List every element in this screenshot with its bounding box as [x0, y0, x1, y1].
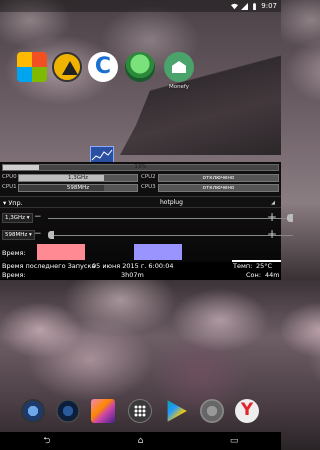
microsoft-store-icon	[17, 52, 47, 82]
navigation-bar: ⮌ ⌂ ▭	[0, 432, 281, 450]
tuneup-icon	[125, 52, 155, 82]
governor-row[interactable]: ▾ Упр. hotplug ◢	[0, 196, 281, 208]
uptime-row: Время: 3h07m Сон: 44m	[0, 271, 281, 280]
governor-value: hotplug	[160, 199, 183, 206]
max-frequency-row: 1,3GHz ▾ − +	[0, 210, 293, 226]
time-block-min	[134, 244, 182, 260]
cpu1-bar: 598MHz	[18, 184, 138, 192]
cpu2-value: отключено	[202, 175, 235, 181]
settings-gear-icon[interactable]	[200, 399, 224, 423]
recents-icon[interactable]: ▭	[227, 436, 241, 446]
cpu-row: CPU1 598MHz CPU3 отключено	[2, 184, 279, 192]
play-store-icon[interactable]	[167, 400, 187, 422]
app-monefy[interactable]: Monefy	[159, 52, 199, 90]
grid-icon	[134, 405, 146, 417]
min-frequency-minus-button[interactable]: −	[34, 229, 42, 239]
min-frequency-select[interactable]: 598MHz ▾	[2, 230, 35, 240]
cpu0-label: CPU0	[2, 174, 17, 180]
app-tuneup[interactable]	[120, 52, 160, 84]
last-start-label: Время последнего Запуска	[2, 262, 96, 270]
time-in-state-row: Время:	[0, 243, 281, 261]
status-bar: 9:07	[0, 0, 281, 12]
max-frequency-select[interactable]: 1,3GHz ▾	[2, 213, 33, 223]
wifi-icon	[231, 3, 239, 9]
cpu1-value: 598MHz	[66, 185, 90, 191]
time-block-max	[37, 244, 85, 260]
max-frequency-plus-button[interactable]: +	[267, 210, 277, 224]
uptime-label: Время:	[2, 271, 26, 279]
signal-icon	[241, 2, 249, 10]
max-frequency-track	[48, 218, 293, 219]
sleep-value: 44m	[265, 271, 280, 279]
ccleaner-icon	[88, 52, 118, 82]
manage-dropdown[interactable]: ▾ Упр.	[3, 199, 23, 207]
chart-icon	[91, 149, 113, 161]
home-app-row: Monefy	[0, 52, 281, 94]
back-icon[interactable]: ⮌	[40, 436, 54, 446]
max-frequency-minus-button[interactable]: −	[34, 212, 42, 222]
cpu3-value: отключено	[202, 185, 235, 191]
min-frequency-row: 598MHz ▾ − +	[0, 227, 293, 243]
uptime-value: 3h07m	[121, 271, 144, 279]
cpu2-label: CPU2	[141, 174, 156, 180]
home-icon[interactable]: ⌂	[133, 436, 147, 446]
chevron-down-icon: ▾	[3, 199, 7, 207]
speaker-app-icon[interactable]	[56, 399, 80, 423]
cpu-row: CPU0 1,3GHz CPU2 отключено	[2, 174, 279, 182]
total-load-bar: 13%	[2, 164, 279, 171]
app-drawer-icon[interactable]	[128, 399, 152, 423]
app-ccleaner[interactable]	[83, 52, 123, 84]
cpu1-label: CPU1	[2, 184, 17, 190]
cpu0-value: 1,3GHz	[67, 175, 89, 181]
monefy-icon	[164, 52, 194, 82]
app-aimp[interactable]	[47, 52, 87, 84]
battery-icon	[253, 2, 257, 10]
temperature-value: 25°C	[256, 262, 273, 270]
status-time: 9:07	[261, 2, 277, 10]
last-start-row: Время последнего Запуска 05 июня 2015 г.…	[0, 262, 281, 271]
app-microsoft-store[interactable]	[12, 52, 52, 84]
cpu2-bar: отключено	[158, 174, 279, 182]
manage-label: Упр.	[8, 199, 23, 207]
min-frequency-track	[48, 235, 293, 236]
gallery-app-icon[interactable]	[91, 399, 115, 423]
yandex-browser-icon[interactable]	[235, 399, 259, 423]
camera-app-icon[interactable]	[21, 399, 45, 423]
time-label: Время:	[2, 249, 26, 257]
min-frequency-thumb[interactable]	[48, 231, 54, 239]
max-frequency-thumb[interactable]	[287, 214, 293, 222]
cpu3-label: CPU3	[141, 184, 156, 190]
dock	[0, 395, 281, 429]
temperature-label: Темп:	[233, 262, 253, 270]
cpu3-bar: отключено	[158, 184, 279, 192]
min-frequency-value: 598MHz	[5, 232, 28, 238]
aimp-icon	[52, 52, 82, 82]
min-frequency-plus-button[interactable]: +	[267, 227, 277, 241]
dropdown-arrow-icon: ◢	[271, 200, 275, 206]
sleep-label: Сон:	[246, 271, 261, 279]
last-start-value: 05 июня 2015 г. 6:00:04	[92, 262, 174, 270]
cpu0-bar: 1,3GHz	[18, 174, 138, 182]
max-frequency-value: 1,3GHz	[5, 215, 26, 221]
total-load-text: 13%	[134, 164, 147, 170]
